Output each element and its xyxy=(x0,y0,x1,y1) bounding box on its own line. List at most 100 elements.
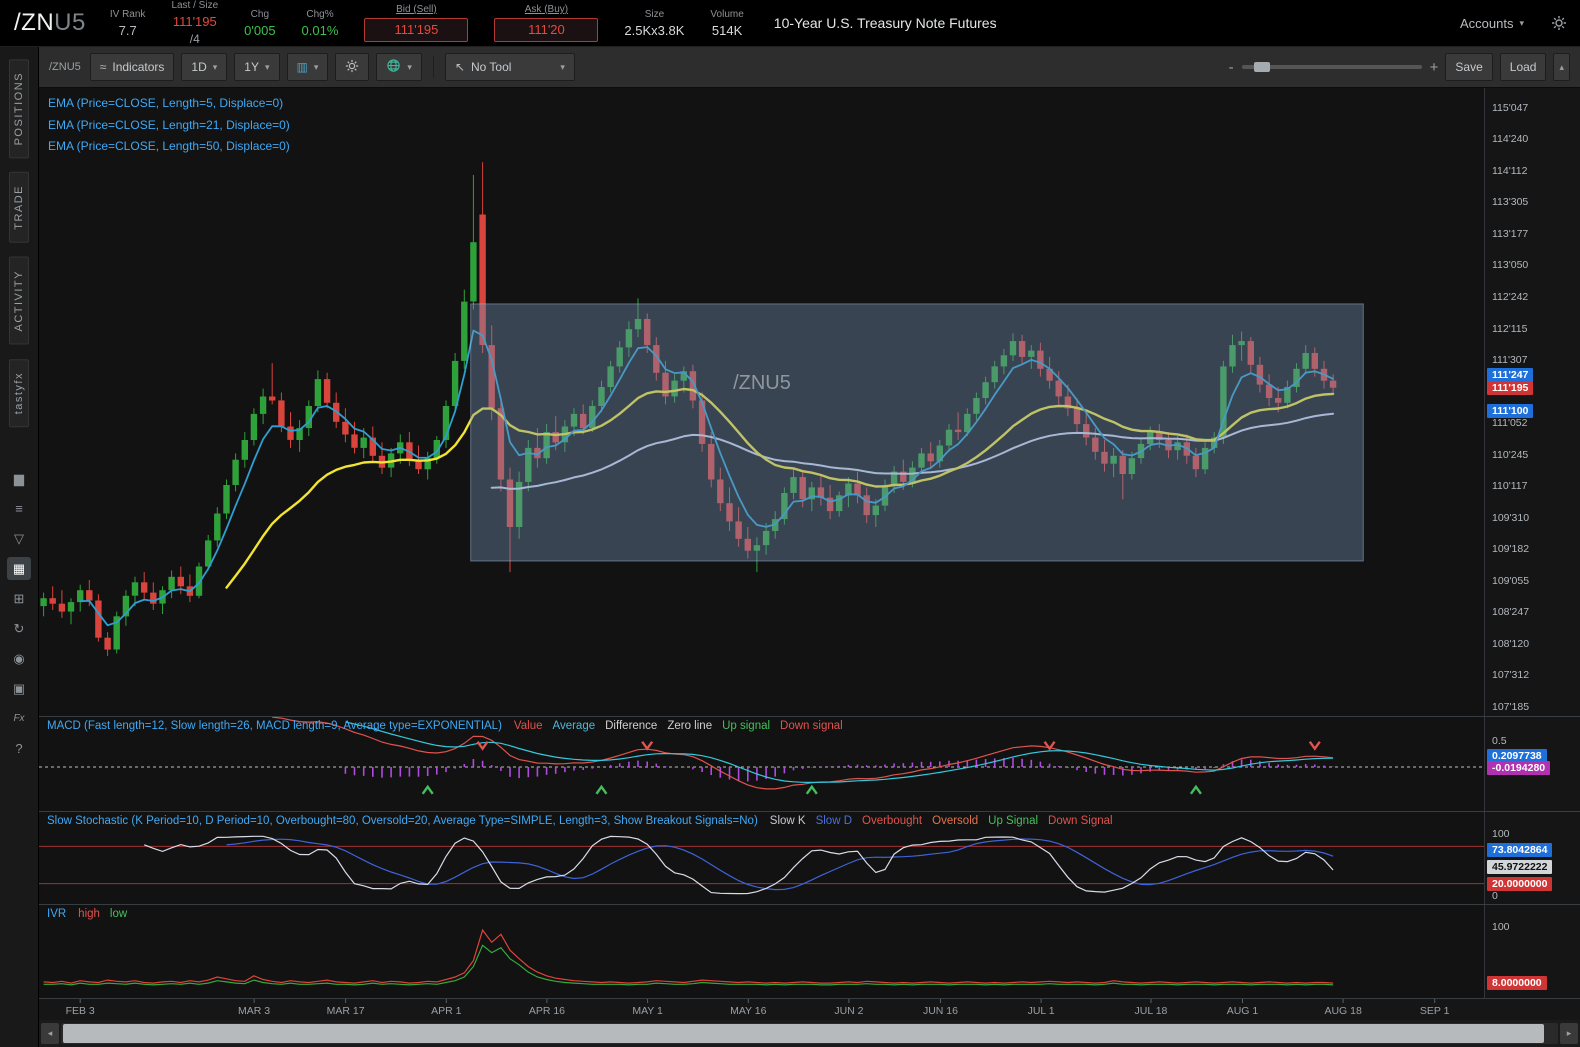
stat-last-size: Last / Size 111'195 /4 xyxy=(171,0,218,46)
study-legend: Slow K Slow D Overbought Oversold Up Signal D… xyxy=(770,815,1113,827)
price-axis[interactable]: 115'047 114'240 114'112 113'305 113'177 113'0… xyxy=(1484,88,1580,716)
axis-value-badge: 111'195 xyxy=(1487,380,1534,395)
svg-text:/ZNU5: /ZNU5 xyxy=(733,372,791,394)
follow-traders-icon[interactable]: ◉ xyxy=(7,647,31,670)
save-button[interactable]: Save xyxy=(1445,53,1493,81)
sidebar-tab-tastyfx[interactable]: tastyfx xyxy=(9,358,29,427)
stochastic-chart-canvas[interactable]: Slow Stochastic (K Period=10, D Period=1… xyxy=(39,812,1484,904)
axis-value-badge: 20.0000000 xyxy=(1487,876,1553,891)
zoom-in-button[interactable]: + xyxy=(1430,59,1439,76)
collapse-panel-button[interactable]: ▴ xyxy=(1553,53,1570,81)
time-axis-label: JUL 1 xyxy=(1027,1005,1055,1017)
time-axis-corner xyxy=(1485,999,1580,1020)
drawing-tool-dropdown[interactable]: ↖ No Tool ▾ xyxy=(444,53,575,81)
stat-value: 0'005 xyxy=(244,22,276,38)
horizontal-scrollbar[interactable]: ◂ ▸ xyxy=(39,1020,1580,1047)
stat-bid-sell[interactable]: Bid (Sell) 111'195 xyxy=(364,4,469,42)
zoom-slider[interactable] xyxy=(1241,62,1422,72)
zoom-slider-handle[interactable] xyxy=(1253,62,1270,72)
chevron-down-icon: ▾ xyxy=(560,61,565,72)
bar-chart-icon[interactable]: ▆ xyxy=(7,467,31,490)
analyze-icon[interactable]: ▽ xyxy=(7,527,31,550)
time-axis-label: JUL 18 xyxy=(1134,1005,1168,1017)
timeframe-value: 1D xyxy=(191,60,207,74)
stat-iv-rank: IV Rank 7.7 xyxy=(110,9,146,38)
toolbar-divider xyxy=(432,56,434,78)
time-axis[interactable]: FEB 3 MAR 3 MAR 17 APR 1 APR 16 MAY 1 MAY 16 JU… xyxy=(39,999,1485,1020)
indicators-icon: ≈ xyxy=(99,60,107,74)
chart-panels: /ZNU5 EMA (Price=CLOSE, Length=5, Displa… xyxy=(39,88,1580,1047)
axis-value-badge: 73.8042864 xyxy=(1487,843,1553,858)
left-sidebar: POSITIONS TRADE ACTIVITY tastyfx ▆ ≡ ▽ ▦ ⊞ ↻ ◉ ▣ Fx… xyxy=(0,47,39,1047)
indicators-button[interactable]: ≈ Indicators xyxy=(89,53,175,81)
zoom-out-button[interactable]: - xyxy=(1229,59,1234,76)
quote-box[interactable]: 111'20 xyxy=(494,18,599,42)
globe-icon xyxy=(386,58,401,76)
help-icon[interactable]: ? xyxy=(7,737,31,760)
stat-size: Size 2.5Kx3.8K xyxy=(624,9,684,38)
stat-chg: Chg% 0.01% xyxy=(302,9,339,38)
macd-axis[interactable]: 0.5 0.2097738 -0.0194280 xyxy=(1484,717,1580,811)
indicators-label: Indicators xyxy=(112,60,165,74)
axis-label: 108'120 xyxy=(1492,637,1530,650)
chevron-up-icon: ▴ xyxy=(1559,61,1564,72)
range-dropdown[interactable]: 1Y ▾ xyxy=(234,53,280,81)
stochastic-axis[interactable]: 100 0 73.8042864 45.9722222 20.0000000 xyxy=(1484,812,1580,904)
stat-ask-buy[interactable]: Ask (Buy) 111'20 xyxy=(494,4,599,42)
sidebar-tab-trade[interactable]: TRADE xyxy=(9,172,29,244)
axis-label: 114'240 xyxy=(1492,133,1529,146)
grid-layout-icon[interactable]: ⊞ xyxy=(7,587,31,610)
accounts-label: Accounts xyxy=(1459,15,1514,31)
calendar-icon[interactable]: ▣ xyxy=(7,677,31,700)
axis-label: 113'305 xyxy=(1492,196,1529,209)
chart-icon[interactable]: ▦ xyxy=(7,557,31,580)
ema-label: EMA (Price=CLOSE, Length=50, Displace=0) xyxy=(48,139,290,153)
sidebar-tab-activity[interactable]: ACTIVITY xyxy=(9,257,29,345)
chart-type-dropdown[interactable]: ▥ ▾ xyxy=(286,53,329,81)
ivr-axis[interactable]: 100 8.0000000 xyxy=(1484,905,1580,998)
sidebar-tab-positions[interactable]: POSITIONS xyxy=(9,59,29,159)
stat-value: 514K xyxy=(711,22,743,38)
price-chart-canvas[interactable]: /ZNU5 EMA (Price=CLOSE, Length=5, Displa… xyxy=(39,88,1484,716)
chart-settings-button[interactable] xyxy=(335,53,370,81)
symbol-suffix: U5 xyxy=(54,9,86,36)
session-globe-dropdown[interactable]: ▾ xyxy=(376,53,422,81)
study-title: MACD (Fast length=12, Slow length=26, MA… xyxy=(47,720,502,732)
symbol: /ZNU5 xyxy=(14,9,86,37)
time-axis-label: MAR 17 xyxy=(326,1005,365,1017)
legend-item: Overbought xyxy=(862,815,923,827)
tool-value: No Tool xyxy=(470,60,512,74)
load-button[interactable]: Load xyxy=(1499,53,1547,81)
stat-label: Volume xyxy=(710,8,744,20)
fx-icon[interactable]: Fx xyxy=(7,707,31,730)
axis-value-badge: 45.9722222 xyxy=(1487,860,1553,875)
scrollbar-handle[interactable] xyxy=(63,1024,1544,1043)
cursor-icon: ↖ xyxy=(454,60,465,74)
scroll-left-arrow[interactable]: ◂ xyxy=(41,1023,59,1044)
chevron-down-icon: ▾ xyxy=(407,61,412,72)
legend-item: Oversold xyxy=(932,815,979,827)
quote-box[interactable]: 111'195 xyxy=(364,18,469,42)
time-axis-label: SEP 1 xyxy=(1419,1005,1450,1017)
quote-header: /ZNU5 IV Rank 7.7 Last / Size 111'195 /4 Chg… xyxy=(0,0,1580,47)
legend-item: Down Signal xyxy=(1048,815,1113,827)
symbol-root: /ZN xyxy=(14,9,55,36)
macd-chart-canvas[interactable]: MACD (Fast length=12, Slow length=26, MA… xyxy=(39,717,1484,811)
toolbar-symbol-label: /ZNU5 xyxy=(49,61,81,73)
time-axis-row: FEB 3 MAR 3 MAR 17 APR 1 APR 16 MAY 1 MAY 16 JU… xyxy=(39,998,1580,1020)
stat-volume: Volume 514K xyxy=(710,9,743,38)
range-value: 1Y xyxy=(244,60,259,74)
scrollbar-track[interactable] xyxy=(61,1023,1558,1044)
ivr-chart-canvas[interactable]: IVR high low xyxy=(39,905,1484,998)
stat-value: 111'20 xyxy=(528,22,565,37)
timeframe-dropdown[interactable]: 1D ▾ xyxy=(181,53,228,81)
time-axis-label: AUG 1 xyxy=(1226,1005,1259,1017)
axis-label: 111'307 xyxy=(1492,354,1528,367)
watchlist-icon[interactable]: ≡ xyxy=(7,497,31,520)
history-icon[interactable]: ↻ xyxy=(7,617,31,640)
legend-item: Average xyxy=(552,720,596,732)
accounts-menu[interactable]: Accounts ▾ xyxy=(1460,16,1524,31)
scroll-right-arrow[interactable]: ▸ xyxy=(1560,1023,1578,1044)
axis-value-badge: 111'247 xyxy=(1487,367,1534,382)
settings-gear-icon[interactable] xyxy=(1548,12,1570,34)
